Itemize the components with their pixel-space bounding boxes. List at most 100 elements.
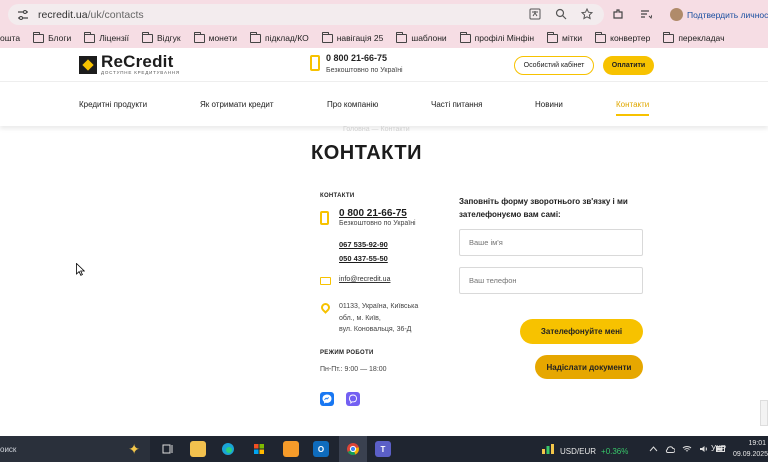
- bookmark-item[interactable]: монети: [193, 31, 237, 43]
- phone-field[interactable]: [459, 267, 643, 294]
- wifi-icon[interactable]: [682, 444, 692, 454]
- url-text: recredit.ua/uk/contacts: [38, 9, 144, 21]
- messenger-icon[interactable]: [320, 392, 334, 406]
- folder-icon: [142, 31, 154, 43]
- chrome-icon[interactable]: [345, 441, 361, 457]
- address-line: 01133, Україна, Київська: [339, 303, 419, 310]
- header-phone-note: Безкоштовно по Україні: [326, 67, 403, 74]
- page-title: КОНТАКТИ: [311, 142, 422, 164]
- call-me-button[interactable]: Зателефонуйте мені: [520, 319, 643, 344]
- name-field[interactable]: [459, 229, 643, 256]
- outlook-icon[interactable]: O: [313, 441, 329, 457]
- hours-heading: РЕЖИМ РОБОТИ: [320, 350, 374, 356]
- nav-item-faq[interactable]: Часті питання: [431, 100, 482, 109]
- taskbar-search[interactable]: оиск ✦: [0, 436, 150, 462]
- phone-link[interactable]: 050 437-55-50: [339, 254, 388, 263]
- header-phone[interactable]: 0 800 21-66-75 Безкоштовно по Україні: [310, 53, 403, 74]
- bookmark-item[interactable]: Відгук: [142, 31, 181, 43]
- bookmark-item[interactable]: Блоги: [33, 31, 72, 43]
- clock-time: 19:01: [748, 440, 766, 447]
- phone-icon: [310, 55, 320, 71]
- profile-label: Подтвердить личность: [687, 9, 768, 20]
- copilot-sparkle-icon: ✦: [128, 441, 140, 457]
- logo-tagline: ДОСТУПНЕ КРЕДИТУВАННЯ: [101, 70, 180, 75]
- bookmarks-bar: ошта Блоги Ліцензії Відгук монети підкла…: [0, 28, 768, 48]
- address: 01133, Україна, Київська обл., м. Київ, …: [339, 301, 429, 336]
- zoom-icon[interactable]: [554, 7, 568, 21]
- chart-up-icon: [541, 442, 555, 460]
- logo[interactable]: ReCredit ДОСТУПНЕ КРЕДИТУВАННЯ: [79, 52, 180, 75]
- logo-name: ReCredit: [101, 52, 174, 71]
- bookmark-item[interactable]: підклад/КО: [249, 31, 309, 43]
- bookmark-label: профілі Мінфін: [474, 33, 535, 43]
- bookmark-item[interactable]: профілі Мінфін: [459, 31, 535, 43]
- address-bar[interactable]: recredit.ua/uk/contacts: [8, 4, 604, 25]
- email-link[interactable]: info@recredit.ua: [339, 276, 390, 283]
- tab-search-icon[interactable]: [639, 7, 653, 21]
- main-phone-link[interactable]: 0 800 21-66-75: [339, 208, 407, 219]
- location-pin-icon: [319, 301, 332, 314]
- edge-browser-icon[interactable]: [220, 441, 236, 457]
- fx-widget[interactable]: USD/EUR +0.36%: [541, 442, 628, 460]
- bookmark-label: монети: [208, 33, 237, 43]
- folder-icon: [249, 31, 261, 43]
- folder-icon: [321, 31, 333, 43]
- address-line: обл., м. Київ,: [339, 314, 381, 322]
- store-icon[interactable]: [251, 441, 267, 457]
- phone-link[interactable]: 067 535-92-90: [339, 240, 388, 249]
- site-settings-icon[interactable]: [16, 8, 30, 22]
- bookmark-item[interactable]: конвертер: [595, 31, 651, 43]
- bookmark-label: перекладач: [678, 33, 725, 43]
- nav-item-credit-products[interactable]: Кредитні продукти: [79, 100, 147, 109]
- bookmark-label: Відгук: [157, 33, 181, 43]
- clock[interactable]: 19:01 09.09.2025: [733, 438, 768, 460]
- bookmark-item[interactable]: шаблони: [396, 31, 447, 43]
- recaptcha-badge[interactable]: [760, 400, 768, 426]
- nav-item-about[interactable]: Про компанію: [327, 100, 378, 109]
- bookmark-item[interactable]: мітки: [547, 31, 582, 43]
- chevron-up-icon[interactable]: [648, 444, 658, 454]
- url-path: /uk/contacts: [87, 8, 144, 21]
- extensions-icon[interactable]: [611, 7, 625, 21]
- nav-item-how-to-get-credit[interactable]: Як отримати кредит: [200, 100, 274, 109]
- header-phone-number: 0 800 21-66-75: [326, 53, 388, 63]
- fx-pair: USD/EUR: [560, 446, 597, 456]
- cloud-icon[interactable]: [665, 444, 675, 454]
- site-header: ReCredit ДОСТУПНЕ КРЕДИТУВАННЯ 0 800 21-…: [0, 48, 768, 82]
- cabinet-button[interactable]: Особистий кабінет: [514, 56, 594, 75]
- bookmark-label: Блоги: [48, 33, 72, 43]
- folder-icon: [33, 31, 45, 43]
- bookmark-item[interactable]: навігація 25: [321, 31, 383, 43]
- nav-item-contacts[interactable]: Контакти: [616, 100, 650, 116]
- bookmark-item[interactable]: перекладач: [663, 31, 725, 43]
- language-indicator[interactable]: УКР: [711, 444, 726, 453]
- profile-button[interactable]: Подтвердить личность: [670, 6, 768, 23]
- volume-icon[interactable]: [699, 444, 709, 454]
- browser-toolbar: recredit.ua/uk/contacts Подтвердить личн…: [0, 0, 768, 28]
- bookmark-label: шаблони: [411, 33, 447, 43]
- bookmark-label: конвертер: [610, 33, 651, 43]
- bookmark-label: підклад/КО: [264, 33, 309, 43]
- app-icon[interactable]: [283, 441, 299, 457]
- pay-button[interactable]: Оплатити: [603, 56, 654, 75]
- clock-date: 09.09.2025: [733, 451, 768, 458]
- main-phone-note: Безкоштовно по Україні: [339, 220, 416, 227]
- folder-icon: [84, 31, 96, 43]
- url-host: recredit.ua: [38, 8, 88, 21]
- bookmark-item[interactable]: Ліцензії: [84, 31, 129, 43]
- avatar: [670, 8, 683, 21]
- send-documents-button[interactable]: Надіслати документи: [535, 355, 643, 379]
- viber-icon[interactable]: [346, 392, 360, 406]
- task-view-icon[interactable]: [160, 441, 176, 457]
- teams-icon[interactable]: T: [375, 441, 391, 457]
- folder-icon: [396, 31, 408, 43]
- file-explorer-icon[interactable]: [190, 441, 206, 457]
- bookmark-star-icon[interactable]: [580, 7, 594, 21]
- hours-text: Пн-Пт.: 9:00 — 18:00: [320, 366, 387, 373]
- translate-icon[interactable]: [528, 7, 542, 21]
- main-nav: Кредитні продукти Як отримати кредит Про…: [0, 82, 768, 126]
- bookmark-item[interactable]: ошта: [0, 33, 20, 43]
- nav-item-news[interactable]: Новини: [535, 100, 563, 109]
- folder-icon: [193, 31, 205, 43]
- folder-icon: [663, 31, 675, 43]
